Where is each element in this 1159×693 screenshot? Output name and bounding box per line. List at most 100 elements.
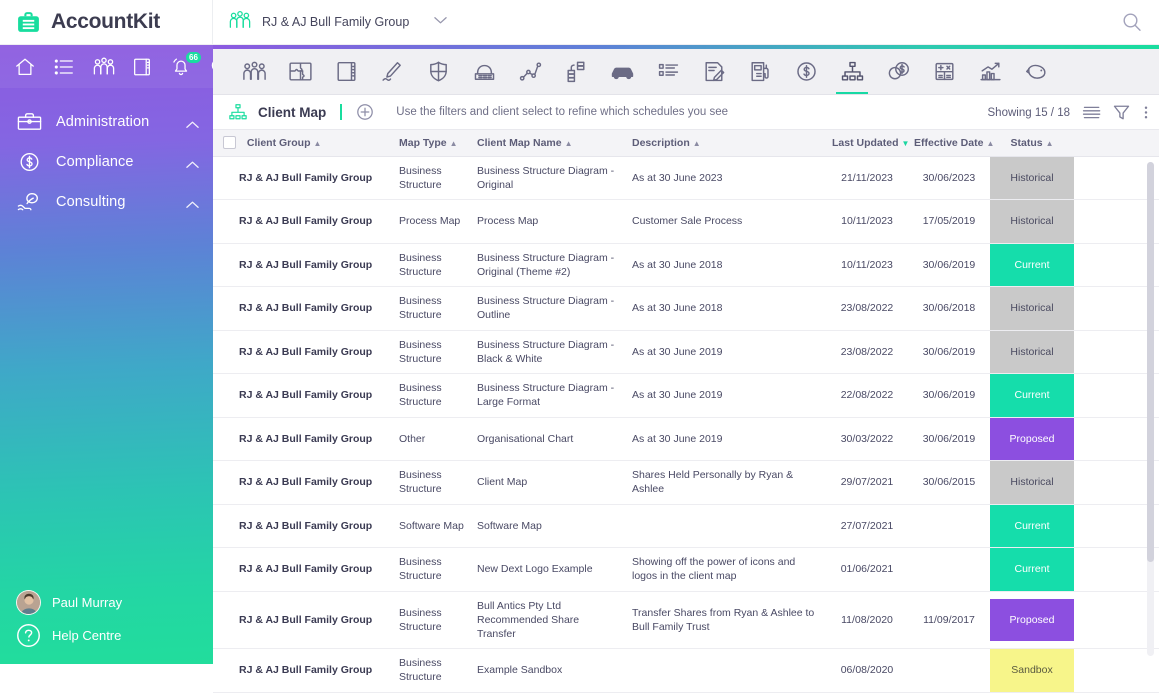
- client-map-table: Client Group ▲ Map Type ▲ Client Map Name ▲…: [213, 130, 1159, 693]
- sidebar-item-consulting[interactable]: Consulting: [0, 182, 213, 222]
- sidebar-item-label: Administration: [56, 114, 150, 130]
- page-title-actions: Showing 15 / 18: [988, 95, 1149, 130]
- status-badge: Current: [990, 374, 1074, 417]
- table-row[interactable]: RJ & AJ Bull Family Group Other Organisati…: [213, 417, 1159, 461]
- table-row[interactable]: RJ & AJ Bull Family Group Business Struct…: [213, 156, 1159, 200]
- cell-last-updated: 29/07/2021: [826, 460, 908, 505]
- puzzle-map-icon[interactable]: [277, 48, 323, 94]
- telephone-icon[interactable]: [461, 48, 507, 94]
- client-selector[interactable]: RJ & AJ Bull Family Group: [213, 0, 461, 45]
- table-row[interactable]: RJ & AJ Bull Family Group Business Struct…: [213, 648, 1159, 693]
- table-row[interactable]: RJ & AJ Bull Family Group Business Struct…: [213, 591, 1159, 650]
- col-label: Map Type: [399, 136, 447, 149]
- col-client-map-name[interactable]: Client Map Name ▲: [471, 130, 626, 157]
- sidebar-user-label: Paul Murray: [52, 595, 123, 610]
- cell-client-map-name: Business Structure Diagram - Large Forma…: [471, 373, 626, 418]
- cell-client-map-name: Business Structure Diagram - Black & Whi…: [471, 330, 626, 374]
- stacked-coins-icon[interactable]: [553, 48, 599, 94]
- people-group-icon[interactable]: [92, 56, 115, 78]
- search-icon[interactable]: [1121, 11, 1143, 33]
- table-row[interactable]: RJ & AJ Bull Family Group Business Struct…: [213, 286, 1159, 331]
- cell-status: Historical: [990, 156, 1074, 200]
- table-row[interactable]: RJ & AJ Bull Family Group Process Map Proc…: [213, 199, 1159, 244]
- col-label: Client Map Name: [477, 136, 562, 149]
- bell-icon[interactable]: 66: [170, 51, 201, 78]
- piggy-bank-icon[interactable]: [1013, 48, 1059, 94]
- people-group-icon[interactable]: [231, 48, 277, 94]
- status-badge: Historical: [990, 156, 1074, 199]
- col-description[interactable]: Description ▲: [626, 130, 826, 157]
- list-icon[interactable]: [53, 56, 75, 78]
- cell-last-updated: 30/03/2022: [826, 417, 908, 461]
- select-all-checkbox[interactable]: [223, 136, 236, 150]
- plus-circle-icon[interactable]: [356, 103, 374, 121]
- table-row[interactable]: RJ & AJ Bull Family Group Business Struct…: [213, 243, 1159, 287]
- cell-client-group: RJ & AJ Bull Family Group: [213, 330, 393, 374]
- sidebar: 66 Administration Compliance Consulting …: [0, 45, 213, 664]
- cell-client-group: RJ & AJ Bull Family Group: [213, 417, 393, 461]
- col-client-group[interactable]: Client Group ▲: [213, 130, 393, 157]
- sort-arrow: ▲: [564, 138, 573, 148]
- cell-map-type: Process Map: [393, 199, 471, 244]
- table-row[interactable]: RJ & AJ Bull Family Group Business Struct…: [213, 547, 1159, 592]
- table-body: RJ & AJ Bull Family Group Business Struct…: [213, 156, 1159, 693]
- bar-growth-icon[interactable]: [967, 48, 1013, 94]
- table-row[interactable]: RJ & AJ Bull Family Group Business Struct…: [213, 460, 1159, 505]
- checklist-icon[interactable]: [645, 48, 691, 94]
- col-status[interactable]: Status ▲: [990, 130, 1074, 157]
- cell-map-type: Business Structure: [393, 286, 471, 331]
- chevron-up-icon[interactable]: [186, 116, 199, 129]
- sidebar-quick-icons: 66: [0, 45, 213, 88]
- line-chart-icon[interactable]: [507, 48, 553, 94]
- list-view-icon[interactable]: [1081, 103, 1101, 123]
- cell-client-map-name: Business Structure Diagram - Original: [471, 156, 626, 200]
- sidebar-item-label: Consulting: [56, 194, 126, 210]
- pen-signature-icon[interactable]: [369, 48, 415, 94]
- col-map-type[interactable]: Map Type ▲: [393, 130, 471, 157]
- filter-icon[interactable]: [1112, 103, 1132, 123]
- vertical-scrollbar[interactable]: [1147, 162, 1154, 656]
- table-row[interactable]: RJ & AJ Bull Family Group Business Struct…: [213, 330, 1159, 374]
- cell-map-type: Business Structure: [393, 648, 471, 693]
- status-badge: Sandbox: [990, 649, 1074, 692]
- dollar-coin-icon[interactable]: [783, 48, 829, 94]
- sidebar-user[interactable]: Paul Murray: [0, 586, 213, 619]
- sort-arrow: ▲: [313, 138, 322, 148]
- col-actions: [1074, 130, 1159, 157]
- col-last-updated[interactable]: Last Updated ▼: [826, 130, 909, 157]
- more-vertical-icon[interactable]: [1143, 103, 1149, 123]
- sidebar-help-label: Help Centre: [52, 628, 122, 643]
- book-icon[interactable]: [131, 56, 153, 78]
- calculator-icon[interactable]: [921, 48, 967, 94]
- cell-client-group: RJ & AJ Bull Family Group: [213, 373, 393, 418]
- car-icon[interactable]: [599, 48, 645, 94]
- sidebar-item-compliance[interactable]: Compliance: [0, 142, 213, 182]
- sidebar-help[interactable]: Help Centre: [0, 619, 213, 652]
- cell-description: As at 30 June 2019: [626, 330, 826, 374]
- cell-status: Current: [990, 243, 1074, 287]
- sort-arrow: ▲: [692, 138, 701, 148]
- two-coins-icon[interactable]: [875, 48, 921, 94]
- cell-map-type: Business Structure: [393, 547, 471, 592]
- document-edit-icon[interactable]: [691, 48, 737, 94]
- fuel-pump-icon[interactable]: [737, 48, 783, 94]
- org-chart-icon[interactable]: [829, 48, 875, 94]
- notebook-icon[interactable]: [323, 48, 369, 94]
- sidebar-nav: Administration Compliance Consulting: [0, 88, 213, 222]
- shield-icon[interactable]: [415, 48, 461, 94]
- scrollbar-thumb[interactable]: [1147, 162, 1154, 562]
- cell-last-updated: 11/08/2020: [826, 591, 908, 650]
- table-row[interactable]: RJ & AJ Bull Family Group Business Struct…: [213, 373, 1159, 418]
- dollar-circle-icon: [16, 150, 43, 175]
- home-icon[interactable]: [14, 56, 36, 78]
- table-row[interactable]: RJ & AJ Bull Family Group Software Map Sof…: [213, 504, 1159, 548]
- cell-last-updated: 01/06/2021: [826, 547, 908, 592]
- top-bar: AccountKit RJ & AJ Bull Family Group: [0, 0, 1159, 45]
- col-effective-date[interactable]: Effective Date ▲: [908, 130, 994, 157]
- brand-block: AccountKit: [0, 0, 213, 45]
- chevron-up-icon[interactable]: [186, 196, 199, 209]
- sidebar-item-administration[interactable]: Administration: [0, 102, 213, 142]
- chevron-up-icon[interactable]: [186, 156, 199, 169]
- cell-last-updated: 27/07/2021: [826, 504, 908, 548]
- cell-status: Current: [990, 504, 1074, 548]
